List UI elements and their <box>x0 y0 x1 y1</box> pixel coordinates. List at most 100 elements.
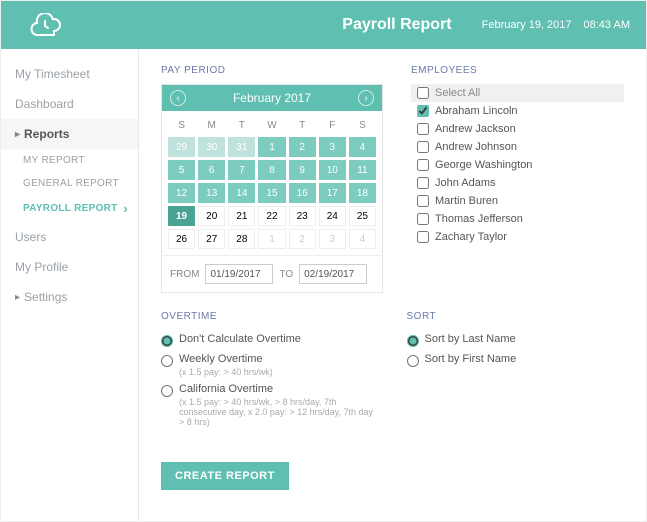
sidebar-item-users[interactable]: Users <box>1 222 138 252</box>
sidebar-sub-general-report[interactable]: GENERAL REPORT <box>1 172 138 195</box>
calendar-day[interactable]: 8 <box>258 160 285 180</box>
sidebar-item-reports[interactable]: ▸Reports <box>1 119 138 149</box>
sidebar: My Timesheet Dashboard ▸Reports MY REPOR… <box>1 49 139 521</box>
sidebar-item-profile[interactable]: My Profile <box>1 252 138 282</box>
calendar-dow: S <box>349 117 376 134</box>
sidebar-sub-my-report[interactable]: MY REPORT <box>1 149 138 172</box>
overtime-option-sublabel: (x 1.5 pay: > 40 hrs/wk) <box>179 367 273 377</box>
to-label: TO <box>279 269 293 280</box>
calendar-day[interactable]: 14 <box>228 183 255 203</box>
employee-row[interactable]: John Adams <box>411 174 624 192</box>
employee-row[interactable]: Thomas Jefferson <box>411 210 624 228</box>
calendar-day[interactable]: 22 <box>258 206 285 226</box>
calendar-day[interactable]: 5 <box>168 160 195 180</box>
employee-row[interactable]: George Washington <box>411 156 624 174</box>
calendar-day[interactable]: 6 <box>198 160 225 180</box>
calendar-day[interactable]: 3 <box>319 229 346 249</box>
overtime-section: OVERTIME Don't Calculate OvertimeWeekly … <box>161 311 379 430</box>
from-date-input[interactable] <box>205 264 273 284</box>
overtime-option[interactable]: Don't Calculate Overtime <box>161 330 379 350</box>
employee-checkbox[interactable] <box>417 105 429 117</box>
pay-period-section: PAY PERIOD ‹ February 2017 › SMTWTFS2930… <box>161 65 383 293</box>
calendar-day[interactable]: 29 <box>168 137 195 157</box>
sidebar-item-label: PAYROLL REPORT <box>23 203 118 214</box>
calendar-day[interactable]: 16 <box>289 183 316 203</box>
overtime-option[interactable]: California Overtime(x 1.5 pay: > 40 hrs/… <box>161 380 379 430</box>
calendar-day[interactable]: 10 <box>319 160 346 180</box>
calendar-day[interactable]: 4 <box>349 229 376 249</box>
calendar-day[interactable]: 2 <box>289 229 316 249</box>
select-all-label: Select All <box>435 87 480 99</box>
calendar-day[interactable]: 1 <box>258 137 285 157</box>
calendar-day[interactable]: 20 <box>198 206 225 226</box>
overtime-label: OVERTIME <box>161 311 379 322</box>
calendar-day[interactable]: 28 <box>228 229 255 249</box>
employee-checkbox[interactable] <box>417 231 429 243</box>
sidebar-item-dashboard[interactable]: Dashboard <box>1 89 138 119</box>
calendar-day[interactable]: 2 <box>289 137 316 157</box>
sort-section: SORT Sort by Last NameSort by First Name <box>407 311 625 430</box>
overtime-option-sublabel: (x 1.5 pay: > 40 hrs/wk, > 8 hrs/day, 7t… <box>179 397 379 427</box>
calendar-day[interactable]: 1 <box>258 229 285 249</box>
calendar-prev-button[interactable]: ‹ <box>170 90 186 106</box>
overtime-radio[interactable] <box>161 385 173 397</box>
calendar-day[interactable]: 17 <box>319 183 346 203</box>
calendar-day[interactable]: 19 <box>168 206 195 226</box>
calendar-day[interactable]: 27 <box>198 229 225 249</box>
employee-row[interactable]: Abraham Lincoln <box>411 102 624 120</box>
employees-section: EMPLOYEES Select All Abraham LincolnAndr… <box>411 65 624 293</box>
calendar-day[interactable]: 3 <box>319 137 346 157</box>
page-title: Payroll Report <box>342 16 451 34</box>
calendar-dow: S <box>168 117 195 134</box>
sort-option[interactable]: Sort by Last Name <box>407 330 625 350</box>
calendar-dow: T <box>289 117 316 134</box>
employee-checkbox[interactable] <box>417 195 429 207</box>
from-label: FROM <box>170 269 199 280</box>
calendar-day[interactable]: 18 <box>349 183 376 203</box>
calendar-next-button[interactable]: › <box>358 90 374 106</box>
sort-option[interactable]: Sort by First Name <box>407 350 625 370</box>
overtime-option[interactable]: Weekly Overtime(x 1.5 pay: > 40 hrs/wk) <box>161 350 379 380</box>
calendar-day[interactable]: 21 <box>228 206 255 226</box>
calendar: ‹ February 2017 › SMTWTFS293031123456789… <box>161 84 383 293</box>
employee-checkbox[interactable] <box>417 141 429 153</box>
calendar-day[interactable]: 25 <box>349 206 376 226</box>
employee-checkbox[interactable] <box>417 177 429 189</box>
header-time: 08:43 AM <box>584 19 630 31</box>
employee-checkbox[interactable] <box>417 159 429 171</box>
to-date-input[interactable] <box>299 264 367 284</box>
sort-radio[interactable] <box>407 355 419 367</box>
sort-radio[interactable] <box>407 335 419 347</box>
employee-row[interactable]: Andrew Jackson <box>411 120 624 138</box>
employee-row[interactable]: Andrew Johnson <box>411 138 624 156</box>
sort-option-label: Sort by First Name <box>425 353 517 365</box>
sidebar-sub-payroll-report[interactable]: PAYROLL REPORT› <box>1 195 138 222</box>
calendar-header: ‹ February 2017 › <box>162 85 382 111</box>
employee-checkbox[interactable] <box>417 123 429 135</box>
overtime-radio[interactable] <box>161 335 173 347</box>
overtime-radio[interactable] <box>161 355 173 367</box>
calendar-day[interactable]: 4 <box>349 137 376 157</box>
calendar-day[interactable]: 23 <box>289 206 316 226</box>
calendar-day[interactable]: 11 <box>349 160 376 180</box>
calendar-day[interactable]: 31 <box>228 137 255 157</box>
sidebar-item-label: Settings <box>24 290 67 304</box>
calendar-day[interactable]: 30 <box>198 137 225 157</box>
calendar-day[interactable]: 24 <box>319 206 346 226</box>
employee-row[interactable]: Martin Buren <box>411 192 624 210</box>
sidebar-item-settings[interactable]: ▸Settings <box>1 282 138 312</box>
employee-row[interactable]: Zachary Taylor <box>411 228 624 246</box>
sidebar-item-timesheet[interactable]: My Timesheet <box>1 59 138 89</box>
calendar-day[interactable]: 7 <box>228 160 255 180</box>
sidebar-item-label: Reports <box>24 127 69 141</box>
overtime-options: Don't Calculate OvertimeWeekly Overtime(… <box>161 330 379 430</box>
calendar-day[interactable]: 26 <box>168 229 195 249</box>
calendar-day[interactable]: 13 <box>198 183 225 203</box>
employee-checkbox[interactable] <box>417 213 429 225</box>
calendar-day[interactable]: 15 <box>258 183 285 203</box>
create-report-button[interactable]: CREATE REPORT <box>161 462 289 490</box>
calendar-day[interactable]: 9 <box>289 160 316 180</box>
select-all-row[interactable]: Select All <box>411 84 624 102</box>
calendar-day[interactable]: 12 <box>168 183 195 203</box>
select-all-checkbox[interactable] <box>417 87 429 99</box>
